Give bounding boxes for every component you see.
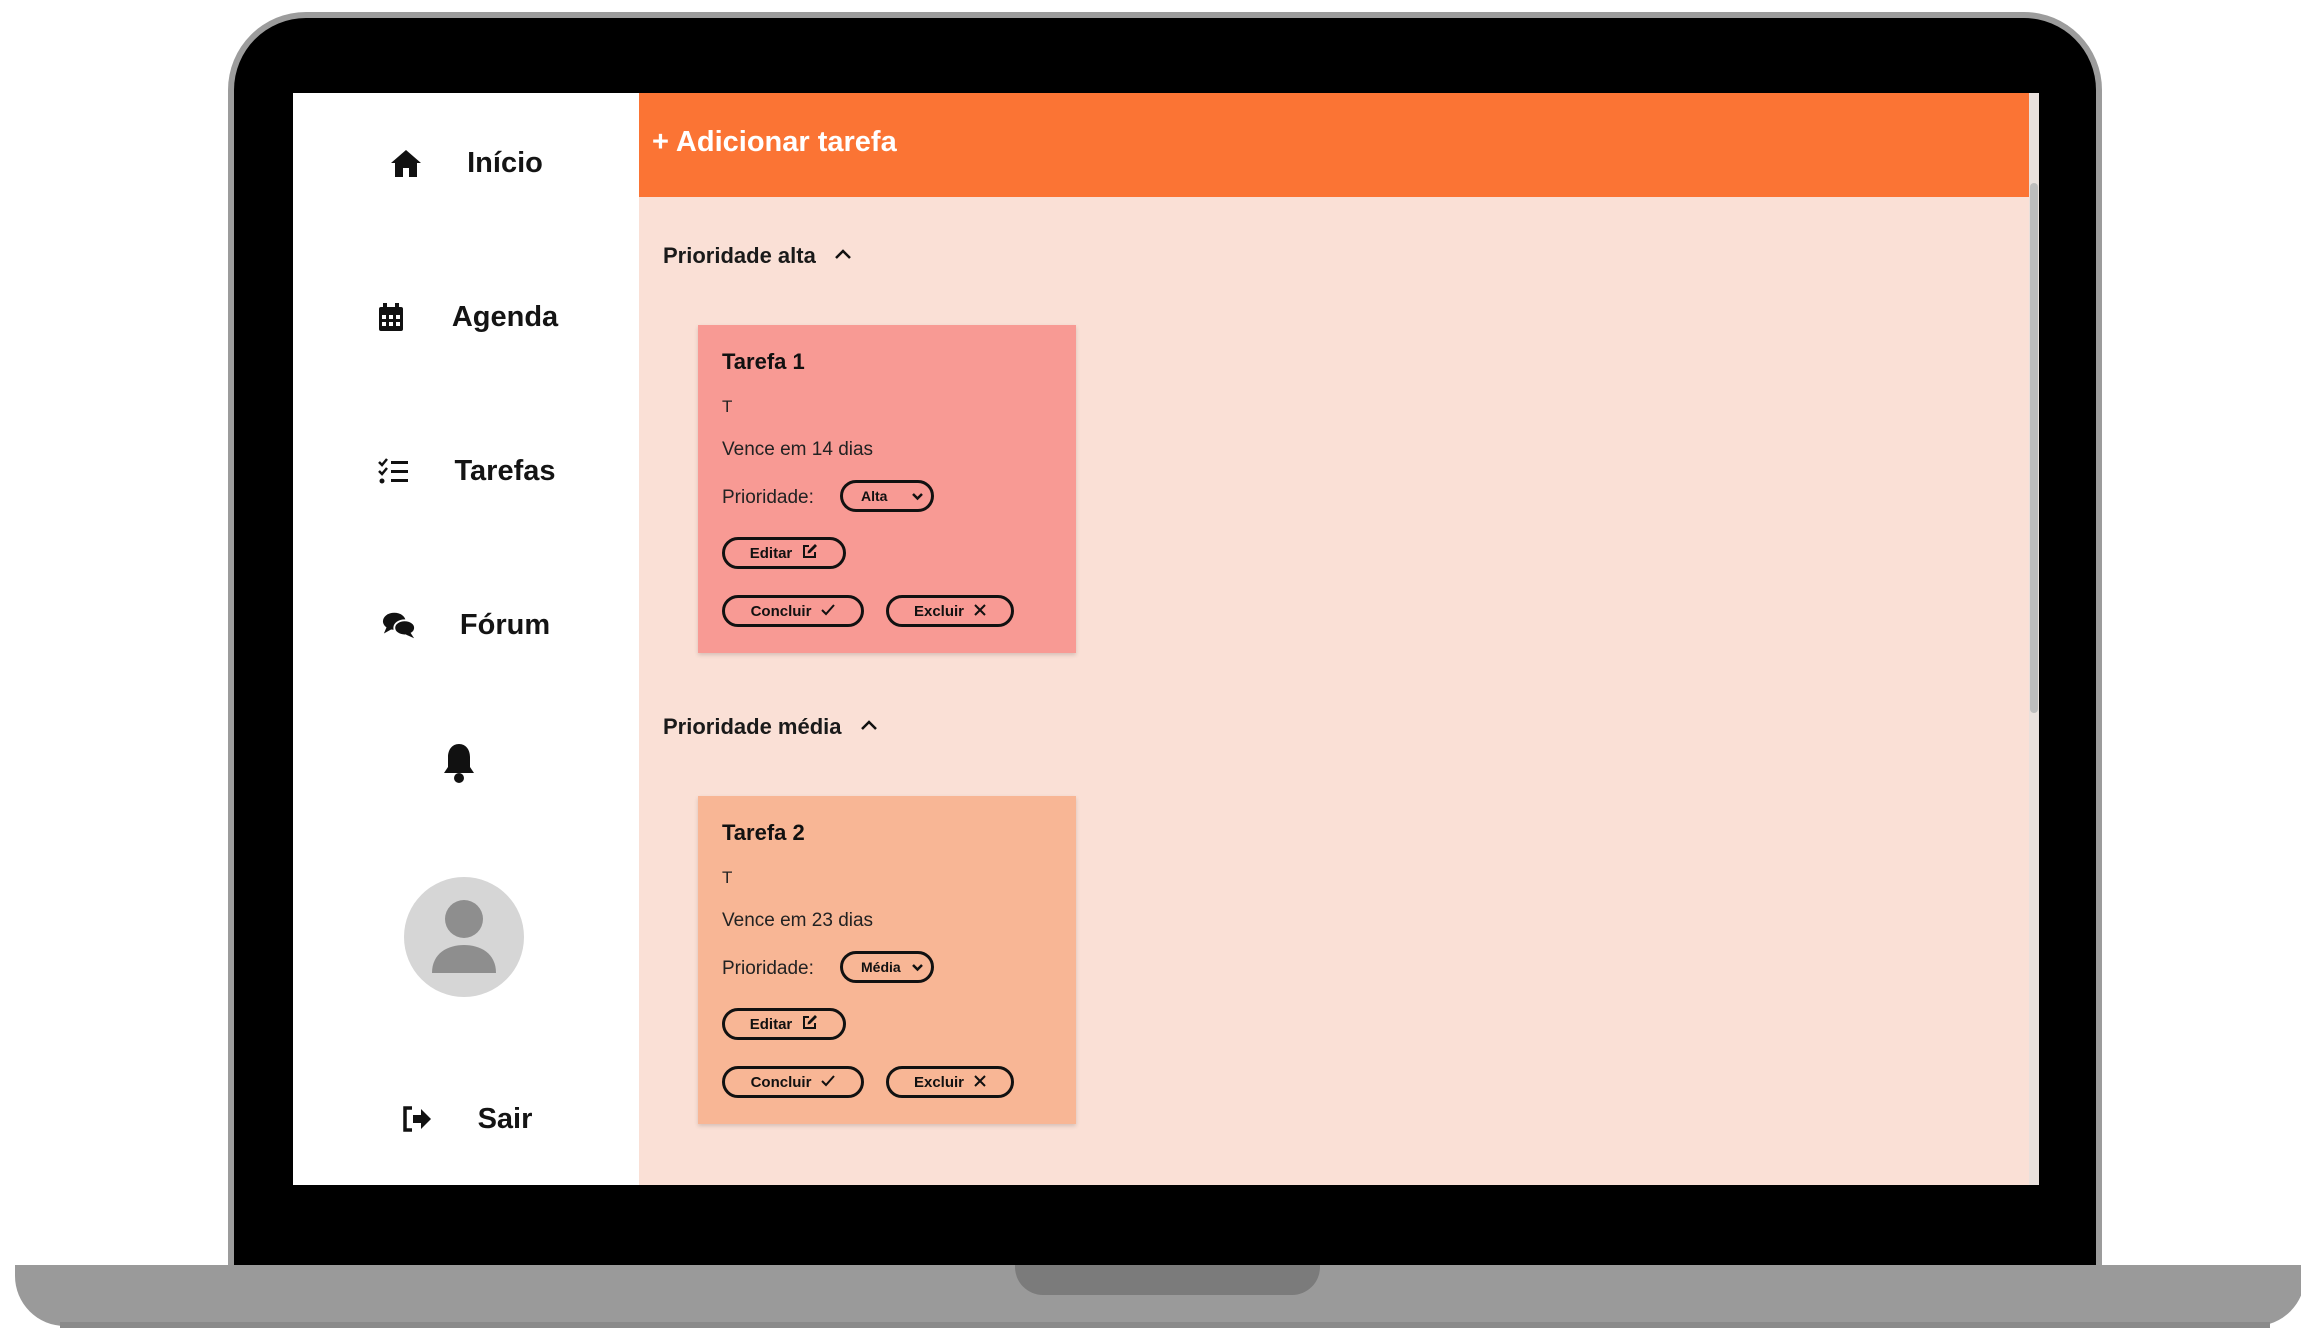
priority-select[interactable]: Alta <box>840 480 934 512</box>
scrollbar[interactable] <box>2029 93 2039 1185</box>
complete-button[interactable]: Concluir <box>722 1066 864 1098</box>
chevron-up-icon <box>860 718 878 736</box>
sidebar: Início Agenda Tarefas Fórum Sair <box>293 93 639 1185</box>
delete-button[interactable]: Excluir <box>886 595 1014 627</box>
task-description: T <box>722 397 733 416</box>
task-card: Tarefa 2 T Vence em 23 dias Prioridade: … <box>698 796 1076 1124</box>
complete-label: Concluir <box>750 602 812 620</box>
priority-value: Média <box>861 959 901 975</box>
priority-select[interactable]: Média <box>840 951 934 983</box>
sidebar-item-label: Tarefas <box>454 454 556 487</box>
logout-label: Sair <box>477 1102 533 1135</box>
priority-label: Prioridade: <box>722 487 814 508</box>
task-due-date: Vence em 14 dias <box>722 439 874 460</box>
chevron-down-icon <box>911 960 924 976</box>
sidebar-item-label: Agenda <box>451 300 559 333</box>
section-header-high-priority[interactable]: Prioridade alta <box>663 243 852 269</box>
task-card: Tarefa 1 T Vence em 14 dias Prioridade: … <box>698 325 1076 653</box>
section-header-medium-priority[interactable]: Prioridade média <box>663 714 878 740</box>
section-title: Prioridade média <box>663 714 842 739</box>
close-icon <box>974 603 986 620</box>
delete-button[interactable]: Excluir <box>886 1066 1014 1098</box>
task-due-date: Vence em 23 dias <box>722 910 874 931</box>
edit-button[interactable]: Editar <box>722 537 846 569</box>
edit-icon <box>802 543 818 563</box>
edit-label: Editar <box>749 1015 793 1033</box>
logout-button[interactable]: Sair <box>293 1084 639 1154</box>
task-list-icon <box>376 454 410 488</box>
sidebar-item-label: Início <box>467 146 543 179</box>
chevron-up-icon <box>834 247 852 265</box>
close-icon <box>974 1074 986 1091</box>
calendar-icon <box>374 300 408 334</box>
priority-value: Alta <box>861 488 888 504</box>
sidebar-item-forum[interactable]: Fórum <box>293 590 639 660</box>
sidebar-item-agenda[interactable]: Agenda <box>293 282 639 352</box>
sign-out-icon <box>400 1102 434 1136</box>
complete-button[interactable]: Concluir <box>722 595 864 627</box>
top-bar: + Adicionar tarefa <box>639 93 2029 197</box>
section-title: Prioridade alta <box>663 243 816 268</box>
avatar[interactable] <box>404 877 524 997</box>
task-title: Tarefa 1 <box>722 349 805 374</box>
laptop-foot <box>60 1322 2270 1328</box>
edit-label: Editar <box>749 544 793 562</box>
comments-icon <box>382 608 416 642</box>
chevron-down-icon <box>911 489 924 505</box>
sidebar-item-label: Fórum <box>459 608 551 641</box>
bell-icon[interactable] <box>441 741 477 785</box>
edit-icon <box>802 1014 818 1034</box>
scrollbar-thumb[interactable] <box>2030 183 2038 713</box>
task-title: Tarefa 2 <box>722 820 805 845</box>
check-icon <box>821 603 836 620</box>
priority-label: Prioridade: <box>722 958 814 979</box>
sidebar-item-inicio[interactable]: Início <box>293 128 639 198</box>
task-description: T <box>722 868 733 887</box>
complete-label: Concluir <box>750 1073 812 1091</box>
check-icon <box>821 1074 836 1091</box>
main-content: + Adicionar tarefa Prioridade alta Taref… <box>639 93 2039 1185</box>
user-avatar-icon <box>432 900 496 973</box>
delete-label: Excluir <box>913 602 965 620</box>
edit-button[interactable]: Editar <box>722 1008 846 1040</box>
add-task-button[interactable]: + Adicionar tarefa <box>652 126 897 159</box>
app-screen: Início Agenda Tarefas Fórum Sair + Adici… <box>293 93 2039 1185</box>
delete-label: Excluir <box>913 1073 965 1091</box>
home-icon <box>389 146 423 180</box>
laptop-base <box>15 1265 2301 1326</box>
sidebar-item-tarefas[interactable]: Tarefas <box>293 436 639 506</box>
